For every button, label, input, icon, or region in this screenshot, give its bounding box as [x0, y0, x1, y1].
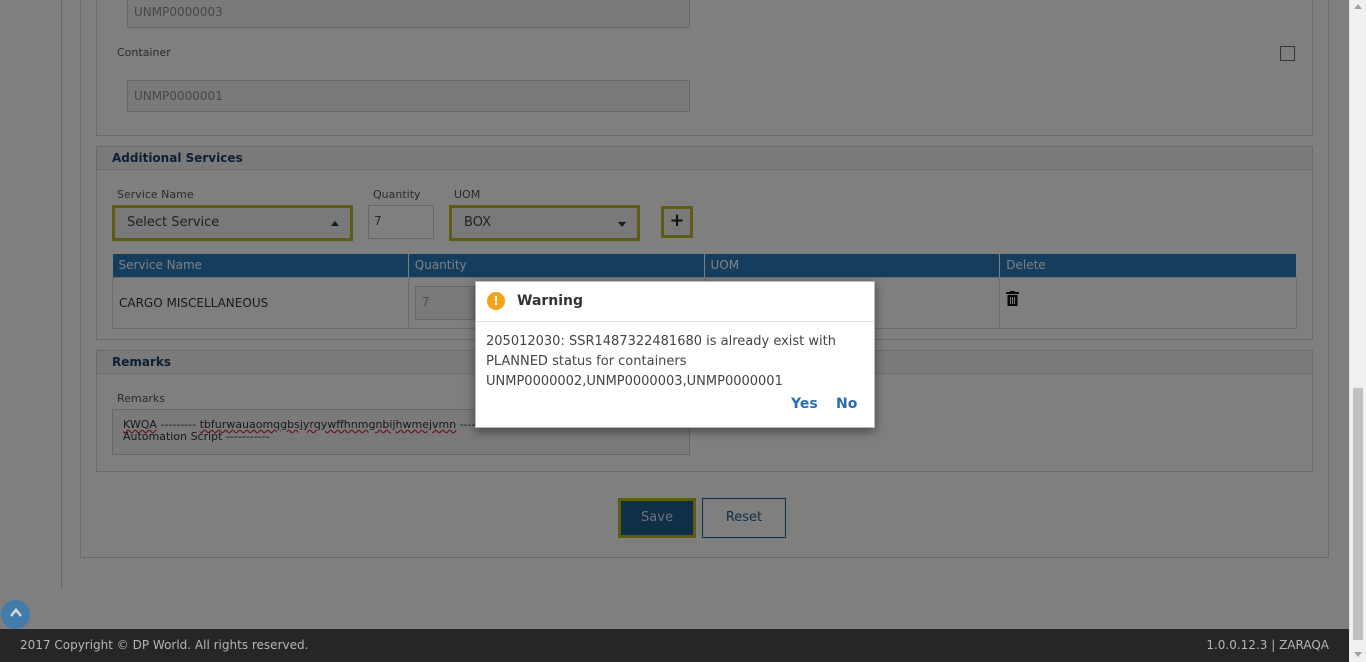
scrollbar-thumb[interactable] [1353, 388, 1363, 640]
dialog-header: ! Warning [476, 282, 874, 322]
yes-button[interactable]: Yes [791, 396, 818, 412]
exclamation-icon: ! [487, 292, 505, 310]
dialog-message-line-1: 205012030: SSR1487322481680 is already e… [486, 334, 836, 349]
vertical-scrollbar[interactable] [1349, 0, 1366, 662]
footer: 2017 Copyright © DP World. All rights re… [0, 629, 1349, 662]
chevron-up-icon [9, 608, 22, 617]
dialog-message-line-2: PLANNED status for containers [486, 354, 687, 369]
dialog-title: Warning [517, 293, 584, 309]
no-button[interactable]: No [836, 396, 857, 412]
footer-version: 1.0.0.12.3 | ZARAQA [1206, 638, 1329, 652]
scroll-up-arrow-icon[interactable] [1354, 4, 1362, 9]
scroll-to-top-button[interactable] [1, 600, 30, 629]
scroll-down-arrow-icon[interactable] [1354, 652, 1362, 657]
dialog-message: 205012030: SSR1487322481680 is already e… [486, 332, 866, 392]
footer-copyright: 2017 Copyright © DP World. All rights re… [20, 638, 309, 652]
dialog-message-line-3: UNMP0000002,UNMP0000003,UNMP0000001 [486, 374, 783, 389]
warning-dialog: ! Warning 205012030: SSR1487322481680 is… [475, 281, 875, 428]
